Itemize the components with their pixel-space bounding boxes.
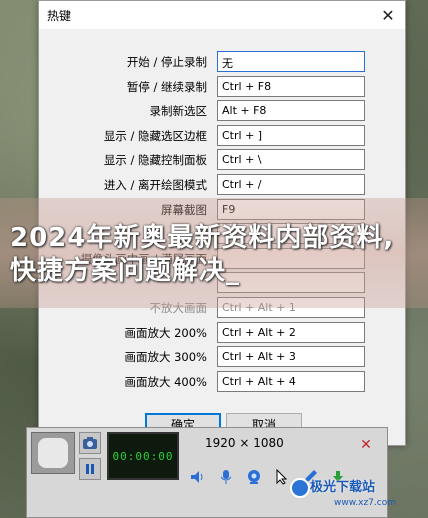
hotkey-row: 开始 / 停止录制无 — [39, 51, 407, 73]
hotkey-label: 进入 / 离开绘图模式 — [103, 178, 207, 192]
hotkey-field[interactable]: Ctrl + Alt + 4 — [217, 370, 365, 392]
watermark-logo — [290, 478, 310, 498]
hotkey-field[interactable]: Ctrl + / — [217, 174, 365, 195]
hotkey-row: 画面放大 300% Ctrl + Alt + 3 — [39, 346, 407, 368]
close-icon[interactable]: ✕ — [355, 434, 377, 456]
hotkey-row: 显示 / 隐藏选区边框 Ctrl + ] — [39, 124, 407, 147]
hotkey-field[interactable]: Ctrl + ] — [217, 124, 365, 146]
hotkey-field[interactable]: 无 — [217, 51, 365, 72]
hotkey-label: 画面放大 300% — [124, 350, 207, 365]
hotkey-row: 进入 / 离开绘图模式 Ctrl + / — [39, 174, 407, 196]
resolution-label: 1920 × 1080 — [205, 436, 284, 450]
close-button[interactable]: ✕ — [377, 5, 399, 25]
hotkey-label: 画面放大 200% — [124, 325, 207, 340]
hotkey-row: 画面放大 400% Ctrl + Alt + 4 — [39, 370, 407, 393]
hotkey-label: 开始 / 停止录制 — [126, 55, 207, 69]
speaker-icon[interactable] — [187, 466, 209, 488]
hotkey-label: 暂停 / 继续录制 — [126, 79, 207, 94]
hotkey-field[interactable]: Ctrl + Alt + 3 — [217, 346, 365, 368]
hotkey-label: 显示 / 隐藏控制面板 — [103, 153, 207, 168]
hotkey-field[interactable]: Ctrl + \ — [217, 149, 365, 171]
watermark-text: 极光下载站 — [310, 480, 376, 495]
camera-icon[interactable] — [79, 432, 101, 454]
watermark-url: www.xz7.com — [334, 498, 396, 508]
hotkey-row: 显示 / 隐藏控制面板 Ctrl + \ — [39, 149, 407, 171]
webcam-icon[interactable] — [243, 466, 265, 488]
hotkey-row: 画面放大 200% Ctrl + Alt + 2 — [39, 321, 407, 344]
dialog-title: 热键 — [47, 8, 72, 23]
microphone-icon[interactable] — [215, 466, 237, 488]
pause-icon[interactable] — [79, 458, 101, 480]
overlay-headline: 2024年新奥最新资料内部资料,快捷方案问题解决_ — [10, 223, 395, 286]
hotkey-field[interactable]: Alt + F8 — [217, 100, 365, 122]
dialog-titlebar: 热键 ✕ — [39, 1, 405, 29]
capture-preview[interactable] — [31, 432, 75, 474]
timer-display: 00:00:00 — [107, 432, 179, 480]
hotkey-label: 画面放大 400% — [124, 374, 207, 389]
hotkey-label: 录制新选区 — [149, 104, 208, 119]
hotkey-field[interactable]: Ctrl + F8 — [217, 75, 365, 97]
hotkey-row: 录制新选区 Alt + F8 — [39, 100, 407, 122]
hotkey-label: 显示 / 隐藏选区边框 — [103, 128, 207, 143]
hotkey-row: 暂停 / 继续录制 Ctrl + F8 — [39, 75, 407, 98]
hotkey-field[interactable]: Ctrl + Alt + 2 — [217, 321, 365, 343]
